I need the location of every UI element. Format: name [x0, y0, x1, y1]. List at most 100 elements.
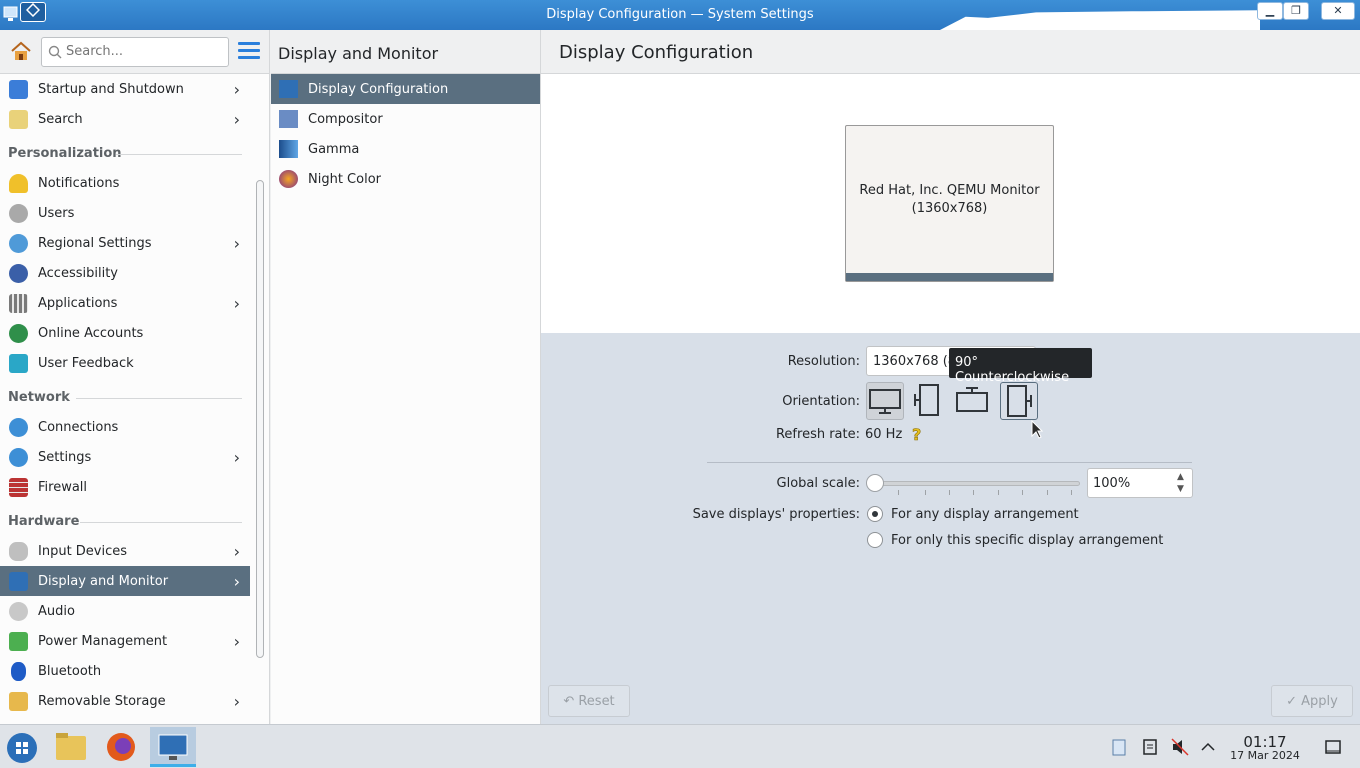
- firefox-icon[interactable]: [98, 727, 144, 767]
- home-icon[interactable]: [10, 41, 32, 61]
- feedback-icon: [9, 354, 28, 373]
- chevron-right-icon: ›: [233, 632, 240, 651]
- restore-button[interactable]: ❐: [1283, 2, 1309, 20]
- sidebar-item-regional-settings[interactable]: Regional Settings ›: [0, 228, 250, 258]
- radio-any-arrangement[interactable]: [867, 506, 883, 522]
- chevron-right-icon: ›: [233, 80, 240, 99]
- monitor-label: Red Hat, Inc. QEMU Monitor (1360x768): [846, 182, 1053, 218]
- svg-text:?: ?: [912, 425, 921, 443]
- window-titlebar[interactable]: Display Configuration — System Settings …: [0, 0, 1360, 30]
- section-title: Network: [8, 390, 70, 405]
- orientation-upside-down-button[interactable]: [954, 382, 992, 420]
- file-manager-icon[interactable]: [48, 727, 94, 767]
- resolution-label: Resolution:: [787, 354, 860, 369]
- subitem-label: Night Color: [308, 171, 381, 187]
- subpanel-title: Display and Monitor: [271, 30, 540, 74]
- sidebar-item-label: Display and Monitor: [38, 573, 169, 589]
- start-menu-icon[interactable]: [0, 727, 46, 767]
- sidebar-item-label: Regional Settings: [38, 235, 152, 251]
- sidebar-item-label: Firewall: [38, 479, 88, 495]
- sidebar-item-firewall[interactable]: Firewall: [0, 472, 250, 502]
- sidebar-item-display-and-monitor[interactable]: Display and Monitor ›: [0, 566, 250, 596]
- sidebar-item-online-accounts[interactable]: Online Accounts: [0, 318, 250, 348]
- reset-label: Reset: [578, 694, 615, 709]
- close-button[interactable]: ✕: [1321, 2, 1355, 20]
- sidebar-item-startup-and-shutdown[interactable]: Startup and Shutdown ›: [0, 74, 250, 104]
- radio-specific-arrangement[interactable]: [867, 532, 883, 548]
- sidebar-item-network-settings[interactable]: Settings ›: [0, 442, 250, 472]
- sidebar-item-power-management[interactable]: Power Management ›: [0, 626, 250, 656]
- reset-button[interactable]: ↶ Reset: [548, 685, 630, 717]
- radio-specific-arrangement-label[interactable]: For only this specific display arrangeme…: [891, 533, 1163, 548]
- section-header-personalization: Personalization: [0, 134, 250, 168]
- sidebar-item-removable-storage[interactable]: Removable Storage ›: [0, 686, 250, 716]
- refresh-rate-label: Refresh rate:: [775, 427, 860, 442]
- sidebar-item-label: Users: [38, 205, 75, 221]
- sidebar-item-label: User Feedback: [38, 355, 134, 371]
- hamburger-menu-icon[interactable]: [238, 42, 260, 60]
- sidebar-item-audio[interactable]: Audio: [0, 596, 250, 626]
- users-icon: [9, 204, 28, 223]
- chevron-right-icon: ›: [233, 234, 240, 253]
- search-settings-icon: [9, 110, 28, 129]
- subitem-gamma[interactable]: Gamma: [271, 134, 540, 164]
- reset-icon: ↶: [563, 694, 579, 709]
- clock-date[interactable]: 17 Mar 2024: [1225, 749, 1305, 762]
- sidebar-item-users[interactable]: Users: [0, 198, 250, 228]
- orientation-90-counterclockwise-button[interactable]: [1000, 382, 1038, 420]
- subitem-compositor[interactable]: Compositor: [271, 104, 540, 134]
- sidebar-item-user-feedback[interactable]: User Feedback: [0, 348, 250, 378]
- chevron-right-icon: ›: [233, 294, 240, 313]
- sidebar-item-label: Startup and Shutdown: [38, 81, 184, 97]
- sidebar-item-label: Power Management: [38, 633, 168, 649]
- radio-any-arrangement-label[interactable]: For any display arrangement: [891, 507, 1079, 522]
- monitor-icon: [9, 572, 28, 591]
- monitor-card-bar: [846, 273, 1053, 281]
- refresh-rate-value: 60 Hz: [865, 427, 903, 442]
- search-input[interactable]: [66, 38, 216, 64]
- sidebar-scrollbar[interactable]: [256, 180, 264, 658]
- monitor-preview-area: Red Hat, Inc. QEMU Monitor (1360x768): [541, 74, 1360, 333]
- section-divider: [707, 462, 1192, 463]
- clipboard-icon[interactable]: [1110, 737, 1128, 757]
- online-accounts-icon: [9, 324, 28, 343]
- sidebar-item-bluetooth[interactable]: Bluetooth: [0, 656, 250, 686]
- sidebar-item-search[interactable]: Search ›: [0, 104, 250, 134]
- minimize-button[interactable]: ▁: [1257, 2, 1283, 20]
- subitem-night-color[interactable]: Night Color: [271, 164, 540, 194]
- apply-button[interactable]: ✓ Apply: [1271, 685, 1353, 717]
- subitem-label: Gamma: [308, 141, 360, 157]
- sidebar-item-input-devices[interactable]: Input Devices ›: [0, 536, 250, 566]
- volume-muted-icon[interactable]: [1171, 737, 1189, 757]
- help-icon[interactable]: ?: [911, 425, 925, 445]
- subitem-label: Compositor: [308, 111, 383, 127]
- sidebar-toolbar: [0, 30, 269, 74]
- chevron-right-icon: ›: [233, 448, 240, 467]
- chevron-right-icon: ›: [233, 110, 240, 129]
- orientation-normal-button[interactable]: [866, 382, 904, 420]
- global-scale-slider[interactable]: [874, 481, 1080, 486]
- subitem-display-configuration[interactable]: Display Configuration: [271, 74, 540, 104]
- orientation-90-clockwise-button[interactable]: [910, 382, 948, 420]
- slider-tick: [1022, 490, 1023, 495]
- chevron-right-icon: ›: [233, 572, 240, 591]
- global-scale-slider-handle[interactable]: [866, 474, 884, 492]
- search-field[interactable]: [41, 37, 229, 67]
- gamma-icon: [279, 140, 298, 158]
- display-configuration-icon: [279, 80, 298, 98]
- orientation-label: Orientation:: [782, 394, 860, 409]
- sidebar-item-applications[interactable]: Applications ›: [0, 288, 250, 318]
- monitor-output-card[interactable]: Red Hat, Inc. QEMU Monitor (1360x768): [845, 125, 1054, 282]
- show-desktop-icon[interactable]: [1324, 737, 1342, 757]
- slider-tick: [925, 490, 926, 495]
- sidebar-item-accessibility[interactable]: Accessibility: [0, 258, 250, 288]
- sidebar-item-connections[interactable]: Connections: [0, 412, 250, 442]
- spinbox-arrows-icon[interactable]: ▲ ▼: [1177, 471, 1189, 495]
- monitor-name: Red Hat, Inc. QEMU Monitor: [859, 183, 1040, 198]
- system-settings-taskbar-icon[interactable]: [150, 727, 196, 767]
- notes-icon[interactable]: [1141, 737, 1159, 757]
- subitem-label: Display Configuration: [308, 81, 449, 97]
- chevron-up-icon[interactable]: [1199, 737, 1217, 757]
- global-scale-spinbox[interactable]: 100% ▲ ▼: [1087, 468, 1193, 498]
- sidebar-item-notifications[interactable]: Notifications: [0, 168, 250, 198]
